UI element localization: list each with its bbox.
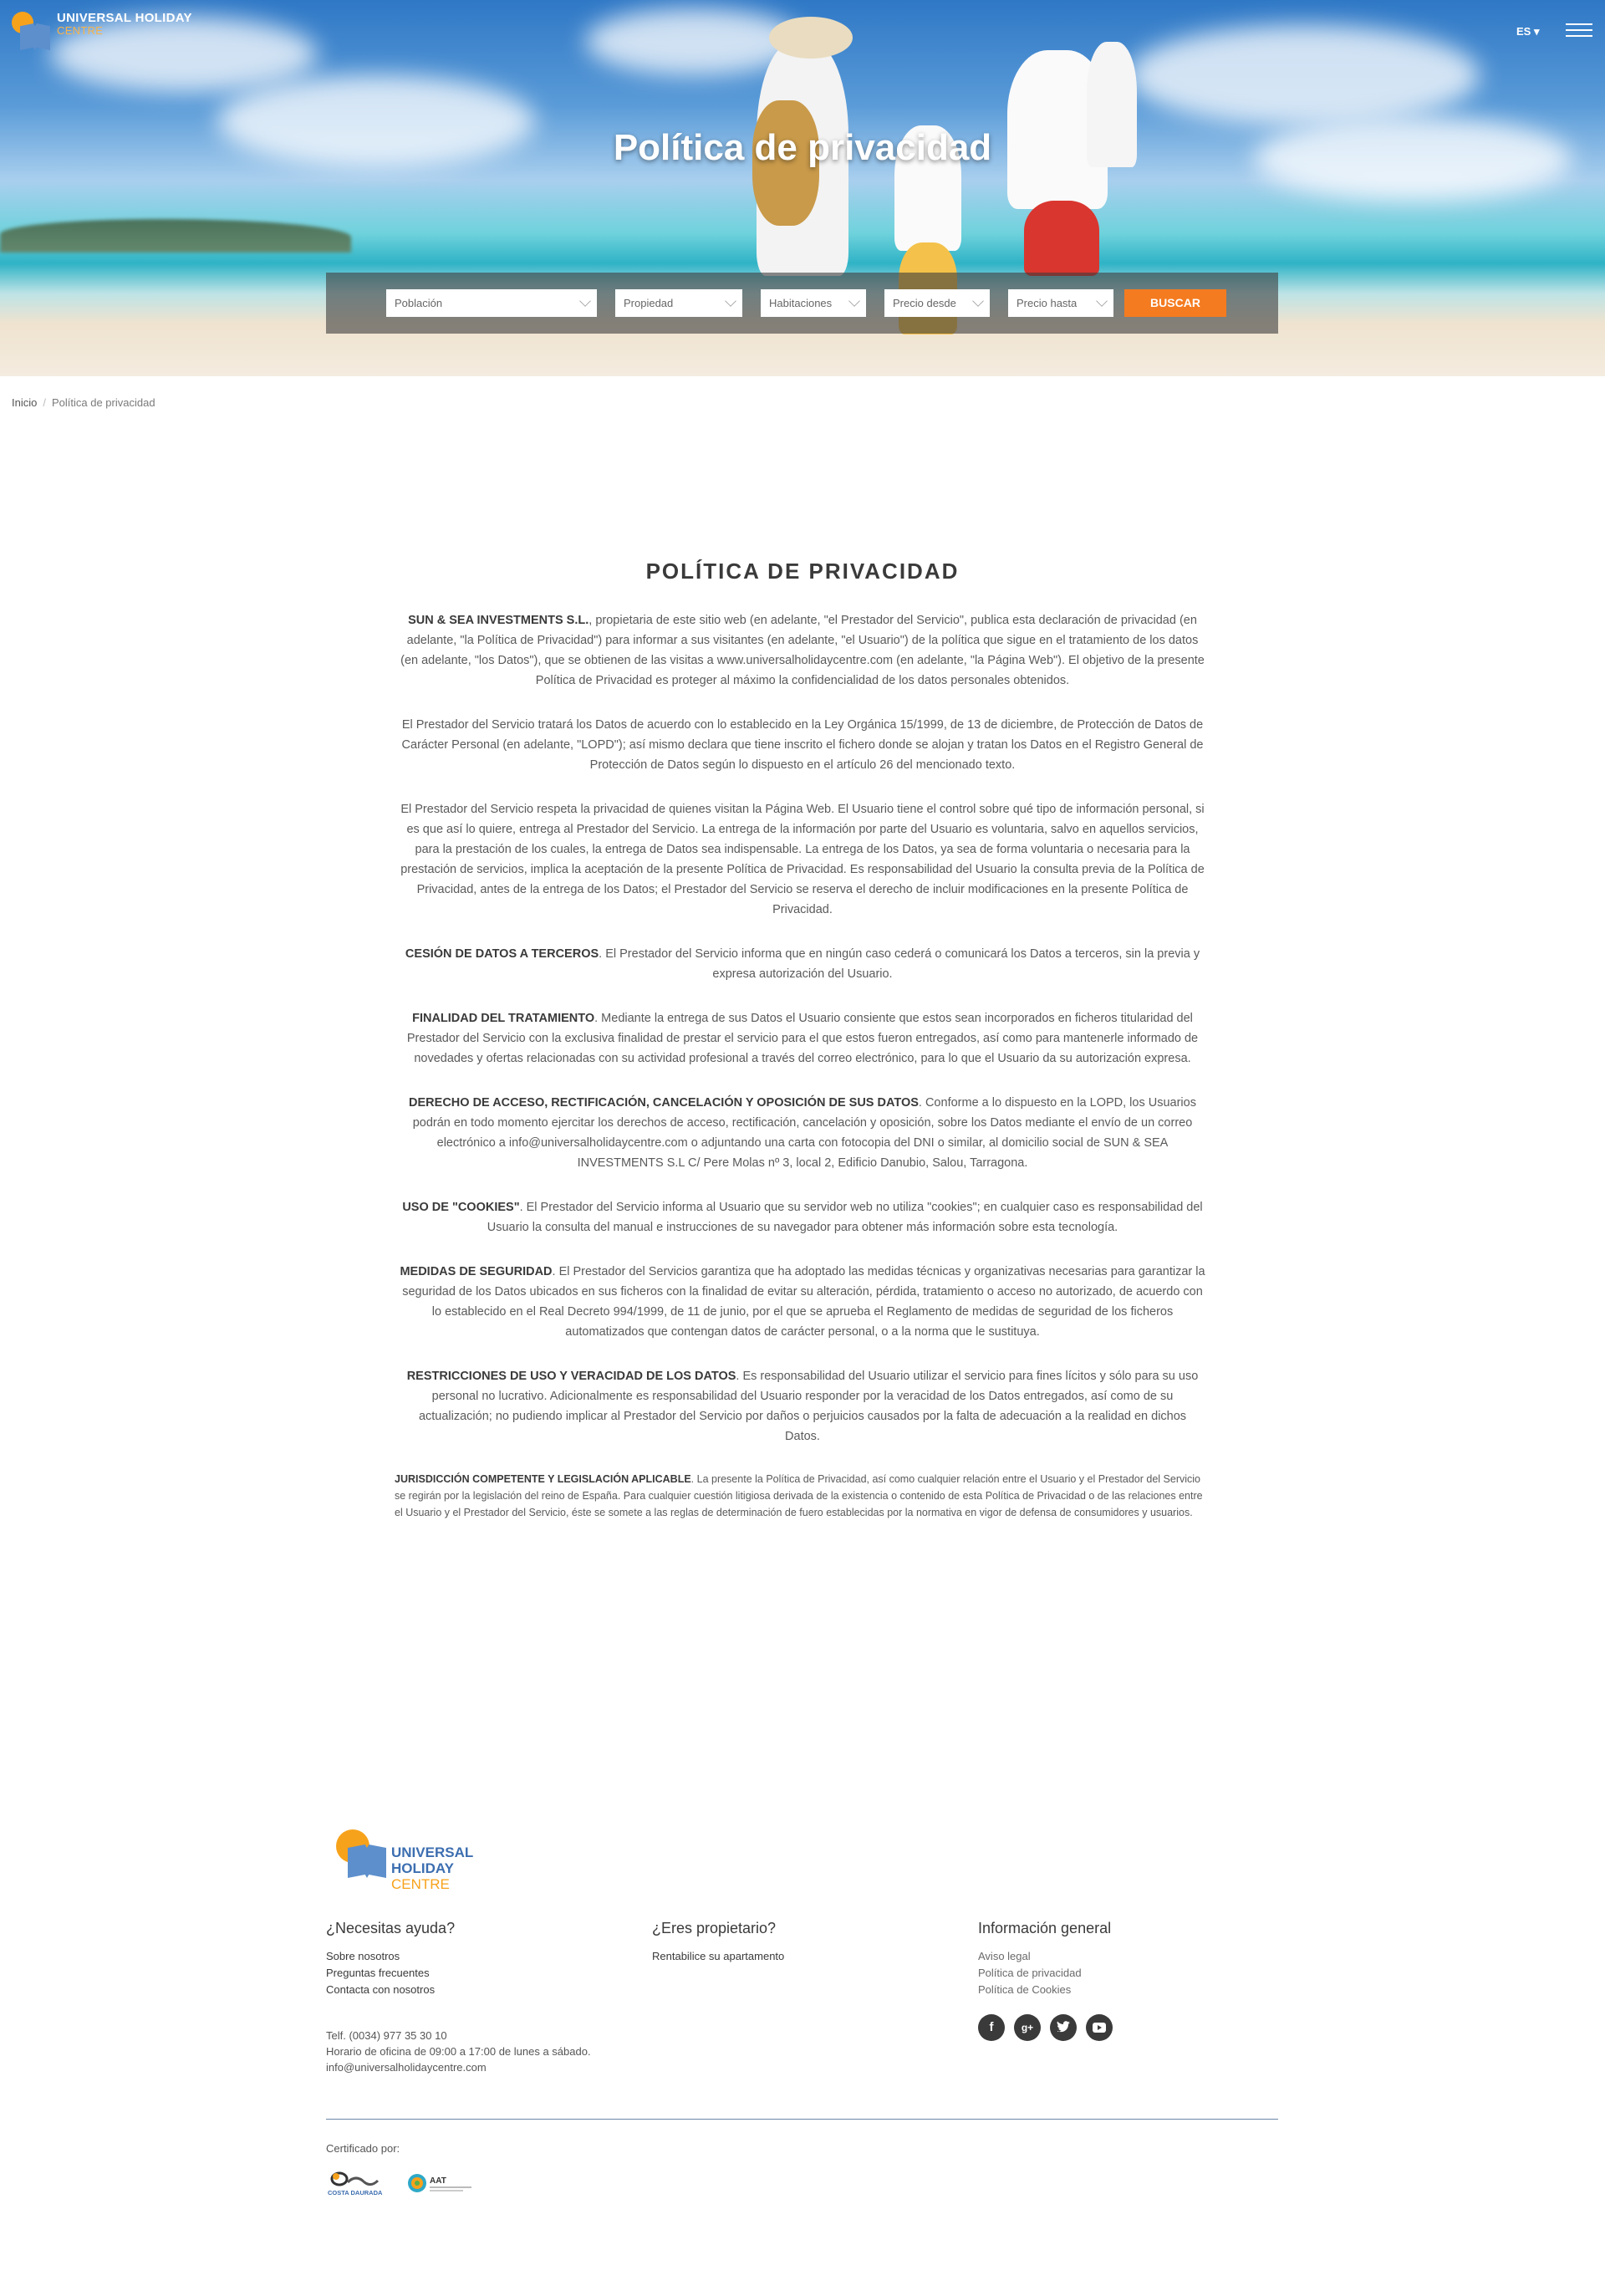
paragraph-jurisdiccion: JURISDICCIÓN COMPETENTE Y LEGISLACIÓN AP… [395, 1471, 1210, 1521]
paragraph-restricciones: RESTRICCIONES DE USO Y VERACIDAD DE LOS … [400, 1366, 1205, 1446]
breadcrumb: Inicio / Política de privacidad [12, 396, 155, 409]
footer-logo-line3: CENTRE [391, 1876, 450, 1892]
footer-link-cookies[interactable]: Política de Cookies [978, 1982, 1111, 1998]
heading-jurisdiccion: JURISDICCIÓN COMPETENTE Y LEGISLACIÓN AP… [395, 1473, 691, 1485]
paragraph-respect: El Prestador del Servicio respeta la pri… [400, 803, 1205, 916]
paragraph-seguridad: MEDIDAS DE SEGURIDAD. El Prestador del S… [400, 1262, 1205, 1342]
privacy-content: SUN & SEA INVESTMENTS S.L., propietaria … [395, 610, 1205, 1545]
footer-link-rentabilice[interactable]: Rentabilice su apartamento [652, 1948, 784, 1965]
footer-owner-title: ¿Eres propietario? [652, 1920, 777, 1936]
chevron-down-icon [1096, 295, 1108, 307]
social-links: f g+ [978, 2014, 1113, 2041]
footer-link-contacta[interactable]: Contacta con nosotros [326, 1982, 455, 1998]
paragraph-intro: SUN & SEA INVESTMENTS S.L., propietaria … [400, 610, 1205, 691]
footer-link-sobre-nosotros[interactable]: Sobre nosotros [326, 1948, 455, 1965]
footer-owner-column: ¿Eres propietario? Rentabilice su aparta… [652, 1920, 784, 1965]
footer-logo-line2: HOLIDAY [391, 1860, 454, 1876]
paragraph-finalidad: FINALIDAD DEL TRATAMIENTO. Mediante la e… [400, 1008, 1205, 1069]
footer-logo-book-icon [348, 1844, 386, 1878]
youtube-icon[interactable] [1086, 2014, 1113, 2041]
twitter-icon[interactable] [1050, 2014, 1077, 2041]
figure-man-shorts [1024, 201, 1099, 276]
logo-line1: UNIVERSAL HOLIDAY [57, 11, 192, 25]
chevron-down-icon [972, 295, 984, 307]
select-precio-hasta-label: Precio hasta [1016, 297, 1078, 309]
paragraph-derechos: DERECHO DE ACCESO, RECTIFICACIÓN, CANCEL… [400, 1093, 1205, 1173]
footer-link-privacidad[interactable]: Política de privacidad [978, 1965, 1111, 1982]
breadcrumb-home-link[interactable]: Inicio [12, 396, 37, 409]
select-poblacion[interactable]: Población [386, 289, 597, 317]
search-button[interactable]: BUSCAR [1124, 289, 1226, 317]
footer-info-title: Información general [978, 1920, 1112, 1936]
hero-title: Política de privacidad [613, 127, 992, 168]
footer-contact: Telf. (0034) 977 35 30 10 Horario de ofi… [326, 2028, 591, 2075]
chevron-down-icon [579, 295, 591, 307]
footer-logo[interactable]: UNIVERSAL HOLIDAY CENTRE [336, 1829, 478, 1896]
footer-logo-text: UNIVERSAL HOLIDAY CENTRE [391, 1844, 473, 1892]
select-propiedad[interactable]: Propiedad [615, 289, 742, 317]
select-habitaciones[interactable]: Habitaciones [761, 289, 866, 317]
select-habitaciones-label: Habitaciones [769, 297, 833, 309]
language-selector[interactable]: ES ▾ [1516, 25, 1539, 38]
figure-hat [769, 17, 853, 59]
company-name: SUN & SEA INVESTMENTS S.L. [408, 614, 589, 627]
footer-info-column: Información general Aviso legal Política… [978, 1920, 1111, 1998]
footer-link-preguntas[interactable]: Preguntas frecuentes [326, 1965, 455, 1982]
site-logo[interactable]: UNIVERSAL HOLIDAY CENTRE [12, 12, 192, 50]
costa-daurada-logo: COSTA DAURADA [326, 2169, 396, 2197]
select-poblacion-label: Población [395, 297, 443, 309]
heading-seguridad: MEDIDAS DE SEGURIDAD [400, 1265, 553, 1278]
heading-restricciones: RESTRICCIONES DE USO Y VERACIDAD DE LOS … [406, 1370, 736, 1383]
breadcrumb-current: Política de privacidad [51, 396, 155, 409]
page-title: POLÍTICA DE PRIVACIDAD [645, 559, 960, 584]
certified-label: Certificado por: [326, 2142, 400, 2155]
select-propiedad-label: Propiedad [624, 297, 674, 309]
aat-logo: AAT [407, 2171, 474, 2196]
footer-email[interactable]: info@universalholidaycentre.com [326, 2059, 591, 2075]
svg-text:AAT: AAT [430, 2176, 446, 2186]
paragraph-cookies: USO DE "COOKIES". El Prestador del Servi… [400, 1197, 1205, 1237]
google-plus-icon[interactable]: g+ [1014, 2014, 1041, 2041]
footer-help-column: ¿Necesitas ayuda? Sobre nosotros Pregunt… [326, 1920, 455, 1998]
chevron-down-icon [725, 295, 736, 307]
paragraph-cesion-text: . El Prestador del Servicio informa que … [599, 947, 1200, 981]
logo-line2: CENTRE [57, 24, 104, 37]
footer-hours: Horario de oficina de 09:00 a 17:00 de l… [326, 2045, 591, 2058]
logo-book-icon [20, 23, 50, 50]
search-bar: Población Propiedad Habitaciones Precio … [326, 273, 1278, 334]
paragraph-lopd: El Prestador del Servicio tratará los Da… [401, 718, 1204, 772]
heading-cookies: USO DE "COOKIES" [402, 1201, 520, 1214]
heading-finalidad: FINALIDAD DEL TRATAMIENTO [412, 1012, 595, 1025]
paragraph-cookies-text: . El Prestador del Servicio informa al U… [487, 1201, 1203, 1234]
footer-link-aviso-legal[interactable]: Aviso legal [978, 1948, 1111, 1965]
heading-cesion: CESIÓN DE DATOS A TERCEROS [405, 947, 599, 961]
svg-text:COSTA DAURADA: COSTA DAURADA [328, 2189, 383, 2197]
footer-logo-line1: UNIVERSAL [391, 1844, 474, 1860]
footer-phone: Telf. (0034) 977 35 30 10 [326, 2029, 447, 2042]
island [0, 219, 351, 253]
select-precio-hasta[interactable]: Precio hasta [1008, 289, 1113, 317]
select-precio-desde[interactable]: Precio desde [884, 289, 990, 317]
select-precio-desde-label: Precio desde [893, 297, 956, 309]
facebook-icon[interactable]: f [978, 2014, 1005, 2041]
footer-help-title: ¿Necesitas ayuda? [326, 1920, 456, 1936]
heading-derechos: DERECHO DE ACCESO, RECTIFICACIÓN, CANCEL… [409, 1096, 919, 1110]
cloud [1129, 25, 1480, 125]
paragraph-cesion: CESIÓN DE DATOS A TERCEROS. El Prestador… [400, 944, 1205, 984]
breadcrumb-separator: / [43, 396, 46, 409]
chevron-down-icon [848, 295, 860, 307]
footer-divider [326, 2119, 1278, 2120]
hero-banner: UNIVERSAL HOLIDAY CENTRE ES ▾ Política d… [0, 0, 1605, 376]
hamburger-menu-icon[interactable] [1566, 23, 1592, 42]
logo-text: UNIVERSAL HOLIDAY CENTRE [57, 12, 192, 37]
